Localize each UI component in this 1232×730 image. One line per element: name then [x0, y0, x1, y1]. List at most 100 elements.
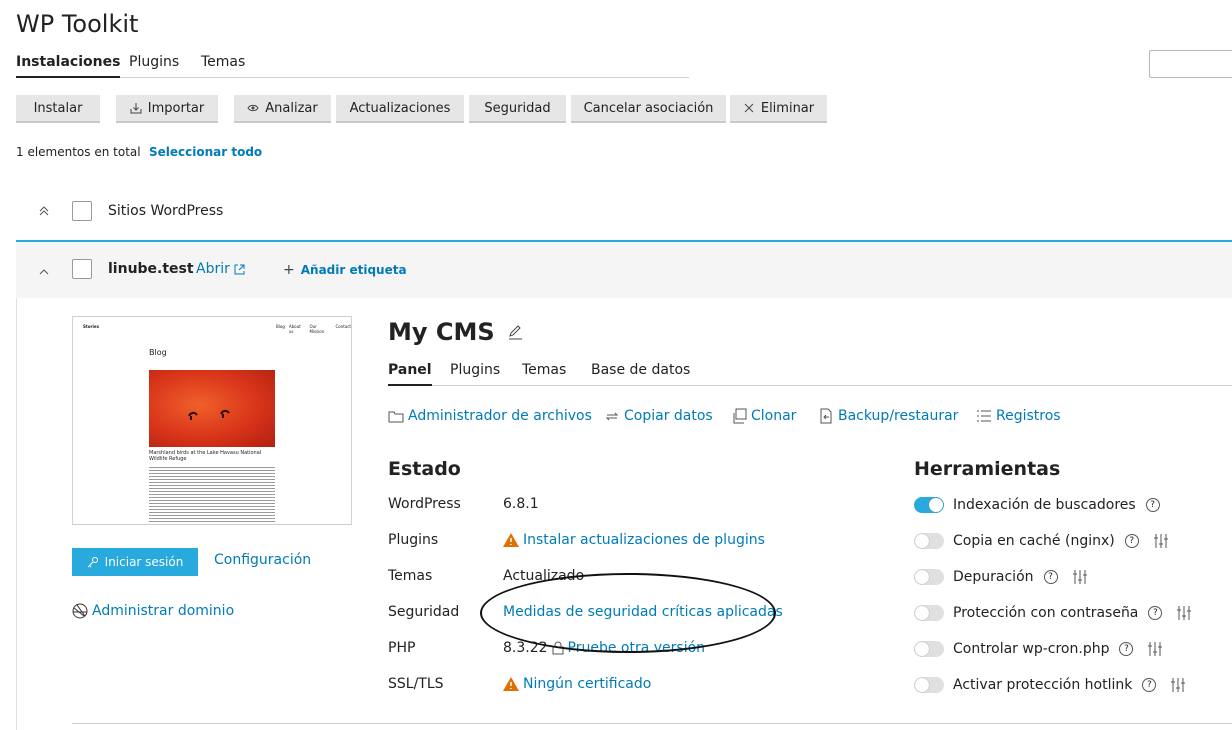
install-button[interactable]: Instalar: [16, 95, 100, 123]
help-icon[interactable]: ?: [1124, 534, 1139, 548]
settings-sliders-icon[interactable]: [1170, 677, 1186, 693]
import-icon: [130, 103, 142, 114]
no-certificate-link[interactable]: Ningún certificado: [503, 676, 651, 692]
site-thumbnail[interactable]: Stories Blog About us Our Mission Contac…: [72, 316, 352, 525]
configuration-link[interactable]: Configuración: [214, 552, 311, 568]
login-button[interactable]: Iniciar sesión: [72, 548, 198, 576]
collapse-group-icon[interactable]: [39, 205, 49, 220]
settings-sliders-icon[interactable]: [1153, 533, 1169, 549]
thumb-nav-item: About us: [288, 324, 301, 334]
search-input[interactable]: [1149, 50, 1232, 78]
status-label-ssl: SSL/TLS: [388, 676, 444, 692]
annotation-ellipse: [480, 573, 776, 653]
status-value-wordpress: 6.8.1: [503, 496, 539, 512]
debugging-toggle[interactable]: [914, 569, 944, 585]
select-all-link[interactable]: Seleccionar todo: [149, 145, 262, 159]
tab-plugins[interactable]: Plugins: [129, 54, 179, 78]
tab-panel[interactable]: Panel: [388, 362, 432, 386]
thumb-caption: Marshland birds at the Lake Havasu Natio…: [149, 450, 262, 462]
help-icon[interactable]: ?: [1145, 498, 1160, 512]
no-certificate-label: Ningún certificado: [523, 676, 652, 692]
nginx-cache-toggle[interactable]: [914, 533, 944, 549]
tab-installations[interactable]: Instalaciones: [16, 54, 121, 78]
clone-link[interactable]: Clonar: [731, 408, 796, 424]
site-checkbox[interactable]: [72, 259, 92, 279]
main-tabs: Instalaciones Plugins Temas: [16, 54, 689, 78]
backup-restore-label: Backup/restaurar: [838, 408, 959, 424]
warning-icon: [503, 533, 519, 547]
delete-button[interactable]: Eliminar: [730, 95, 827, 123]
settings-sliders-icon[interactable]: [1147, 641, 1163, 657]
detach-button[interactable]: Cancelar asociación: [571, 95, 726, 123]
tab-database[interactable]: Base de datos: [591, 362, 690, 386]
help-icon[interactable]: ?: [1142, 678, 1157, 692]
search-indexing-label: Indexación de buscadores: [953, 497, 1136, 513]
import-label: Importar: [147, 100, 205, 116]
delete-label: Eliminar: [760, 100, 815, 116]
items-count: 1 elementos en total: [16, 145, 141, 159]
file-manager-link[interactable]: Administrador de archivos: [388, 408, 592, 424]
clone-label: Clonar: [751, 408, 797, 424]
security-button[interactable]: Seguridad: [469, 95, 566, 123]
search-indexing-toggle[interactable]: [914, 497, 944, 513]
status-label-wordpress: WordPress: [388, 496, 461, 512]
tool-nginx-cache: Copia en caché (nginx) ?: [914, 533, 1169, 549]
analyze-label: Analizar: [265, 100, 318, 116]
manage-domain-link[interactable]: Administrar dominio: [72, 603, 234, 619]
settings-sliders-icon[interactable]: [1072, 569, 1088, 585]
logs-link[interactable]: Registros: [976, 408, 1061, 424]
help-icon[interactable]: ?: [1119, 642, 1134, 656]
open-site-link[interactable]: Abrir: [196, 261, 245, 277]
plus-icon: +: [283, 262, 295, 278]
close-icon: [744, 103, 754, 113]
password-protection-toggle[interactable]: [914, 605, 944, 621]
backup-restore-link[interactable]: Backup/restaurar: [818, 408, 958, 424]
thumb-photo: [149, 370, 275, 447]
wp-cron-toggle[interactable]: [914, 641, 944, 657]
password-protection-label: Protección con contraseña: [953, 605, 1139, 621]
thumb-text-lines: [149, 465, 275, 524]
tab-site-themes[interactable]: Temas: [522, 362, 566, 386]
thumb-nav-item: Our Mission: [309, 324, 325, 334]
hotlink-protection-toggle[interactable]: [914, 677, 944, 693]
app-title: WP Toolkit: [16, 10, 139, 38]
manage-domain-label: Administrar dominio: [92, 603, 235, 619]
collapse-site-icon[interactable]: [39, 265, 49, 280]
analyze-button[interactable]: Analizar: [234, 95, 331, 123]
key-icon: [87, 557, 98, 568]
folder-icon: [388, 411, 404, 423]
thumb-brand: Stories: [83, 324, 99, 329]
install-plugin-updates-link[interactable]: Instalar actualizaciones de plugins: [503, 532, 765, 548]
nginx-cache-label: Copia en caché (nginx): [953, 533, 1115, 549]
tool-search-indexing: Indexación de buscadores ?: [914, 497, 1160, 513]
plugin-updates-label: Instalar actualizaciones de plugins: [523, 532, 765, 548]
tab-themes[interactable]: Temas: [201, 54, 245, 78]
add-tag-link[interactable]: + Añadir etiqueta: [283, 262, 407, 278]
group-checkbox[interactable]: [72, 201, 92, 221]
import-button[interactable]: Importar: [116, 95, 218, 123]
status-label-plugins: Plugins: [388, 532, 439, 548]
group-label: Sitios WordPress: [108, 203, 224, 219]
help-icon[interactable]: ?: [1043, 570, 1058, 584]
edit-pencil-icon[interactable]: [507, 324, 523, 340]
backup-icon: [820, 408, 832, 424]
tools-title: Herramientas: [914, 458, 1061, 480]
tool-hotlink-protection: Activar protección hotlink ?: [914, 677, 1186, 693]
tab-site-plugins[interactable]: Plugins: [450, 362, 500, 386]
detach-label: Cancelar asociación: [583, 100, 714, 116]
updates-button[interactable]: Actualizaciones: [336, 95, 464, 123]
eye-icon: [247, 104, 259, 112]
security-label: Seguridad: [484, 100, 551, 116]
logs-label: Registros: [996, 408, 1061, 424]
copy-data-link[interactable]: Copiar datos: [604, 408, 713, 424]
open-site-label: Abrir: [196, 261, 230, 277]
hotlink-protection-label: Activar protección hotlink: [953, 677, 1133, 693]
settings-sliders-icon[interactable]: [1176, 605, 1192, 621]
status-label-themes: Temas: [388, 568, 433, 584]
tool-wp-cron: Controlar wp-cron.php ?: [914, 641, 1163, 657]
login-label: Iniciar sesión: [104, 555, 184, 569]
status-title: Estado: [388, 458, 461, 480]
file-manager-label: Administrador de archivos: [408, 408, 592, 424]
site-title-text: My CMS: [388, 318, 495, 346]
help-icon[interactable]: ?: [1148, 606, 1163, 620]
